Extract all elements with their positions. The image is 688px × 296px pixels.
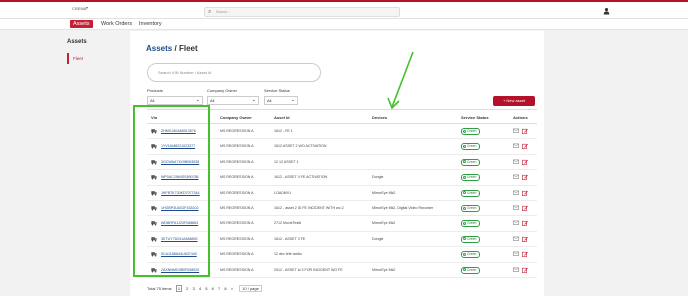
- annotation-arrow: [387, 51, 414, 110]
